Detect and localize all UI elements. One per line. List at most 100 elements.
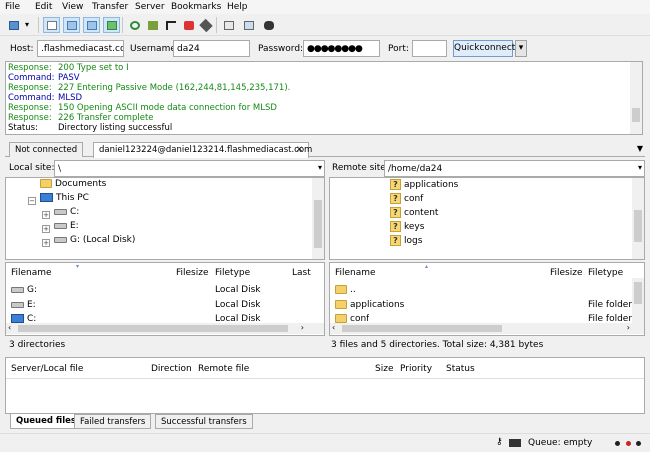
column-direction[interactable]: Direction (151, 364, 192, 374)
local-tree[interactable]: Documents − This PC + C: + E: + G: (Loca… (5, 177, 325, 260)
column-last-modified[interactable]: Last (292, 268, 311, 278)
local-site-bar: Local site: \ ▾ (5, 160, 325, 177)
scrollbar-thumb[interactable] (634, 282, 642, 304)
message-log[interactable]: Response: 200 Type set to I Command: PASV … (5, 61, 643, 135)
column-filesize[interactable]: Filesize (550, 268, 583, 278)
site-manager-dropdown[interactable]: ▾ (23, 17, 33, 33)
tree-item-this-pc[interactable]: This PC (40, 193, 89, 206)
close-icon[interactable]: ✕ (296, 145, 303, 155)
chevron-down-icon[interactable]: ▾ (318, 163, 322, 172)
remote-tree[interactable]: ? applications ? conf ? content ? keys ? logs (329, 177, 645, 260)
tab-connection-label: daniel123224@daniel123214.flashmediacast… (99, 145, 313, 155)
toggle-queue-button[interactable] (103, 17, 120, 33)
receive-indicator-icon (615, 441, 620, 446)
tree-item-documents[interactable]: Documents (40, 179, 106, 192)
table-row[interactable]: C: (11, 314, 36, 323)
table-row[interactable]: .. (335, 285, 356, 295)
password-input[interactable]: ●●●●●●●● (303, 40, 380, 57)
column-filename[interactable]: Filename (335, 268, 376, 278)
menu-view[interactable]: View (62, 2, 83, 12)
log-scrollbar-thumb[interactable] (632, 108, 640, 122)
menu-edit[interactable]: Edit (35, 2, 52, 12)
tree-item-keys[interactable]: ? keys (390, 221, 424, 234)
menu-file[interactable]: File (5, 2, 20, 12)
scrollbar-thumb[interactable] (634, 210, 642, 242)
compare-button[interactable] (240, 17, 257, 33)
tab-queued-files[interactable]: Queued files (10, 414, 82, 429)
scroll-right-icon[interactable]: › (627, 323, 630, 332)
expand-icon[interactable]: + (42, 211, 50, 219)
table-row[interactable]: E: (11, 300, 36, 310)
menu-bookmarks[interactable]: Bookmarks (171, 2, 221, 12)
scrollbar-thumb[interactable] (342, 325, 502, 332)
tree-item-applications[interactable]: ? applications (390, 179, 458, 192)
computer-icon (40, 193, 53, 202)
column-filetype[interactable]: Filetype (215, 268, 250, 278)
tree-item-content[interactable]: ? content (390, 207, 438, 220)
host-input[interactable]: .flashmediacast.com (37, 40, 124, 57)
filter-icon (224, 21, 234, 30)
remote-tree-scrollbar[interactable] (632, 178, 644, 259)
tab-not-connected[interactable]: Not connected (9, 142, 84, 157)
scrollbar-thumb[interactable] (18, 325, 288, 332)
column-filesize[interactable]: Filesize (176, 268, 209, 278)
scrollbar-thumb[interactable] (314, 200, 322, 248)
column-filename[interactable]: Filename (11, 268, 52, 278)
log-scrollbar[interactable] (630, 62, 642, 134)
local-site-input[interactable]: \ (54, 160, 325, 177)
toggle-remote-tree-icon (87, 21, 97, 30)
table-row[interactable]: conf (335, 314, 369, 323)
site-manager-button[interactable] (5, 17, 22, 33)
port-input[interactable] (412, 40, 447, 57)
remote-file-list[interactable]: Filename ▴ Filesize Filetype .. applicat… (329, 262, 645, 336)
toggle-local-tree-button[interactable] (63, 17, 80, 33)
tab-failed-transfers[interactable]: Failed transfers (74, 414, 152, 429)
remote-list-vscrollbar[interactable] (632, 278, 644, 323)
remote-site-input[interactable]: /home/da24 (384, 160, 645, 177)
column-server-local-file[interactable]: Server/Local file (11, 364, 83, 374)
transfer-queue[interactable]: Server/Local file Direction Remote file … (5, 357, 645, 414)
scroll-left-icon[interactable]: ‹ (332, 323, 335, 332)
refresh-button[interactable] (126, 17, 143, 33)
tab-menu-icon[interactable]: ▼ (637, 144, 643, 153)
menu-help[interactable]: Help (227, 2, 248, 12)
chevron-down-icon: ▾ (518, 43, 524, 53)
process-queue-button[interactable] (144, 17, 161, 33)
expand-icon[interactable]: + (42, 225, 50, 233)
tab-successful-transfers[interactable]: Successful transfers (155, 414, 253, 429)
remote-list-hscrollbar[interactable]: ‹ › (330, 323, 644, 334)
reconnect-button[interactable] (197, 17, 214, 33)
tree-item-conf[interactable]: ? conf (390, 193, 423, 206)
scroll-left-icon[interactable]: ‹ (8, 323, 11, 332)
scroll-right-icon[interactable]: › (301, 323, 304, 332)
table-row[interactable]: applications (335, 300, 404, 310)
column-priority[interactable]: Priority (400, 364, 432, 374)
username-input[interactable]: da24 (173, 40, 250, 57)
menu-server[interactable]: Server (135, 2, 165, 12)
column-remote-file[interactable]: Remote file (198, 364, 249, 374)
tree-item-e-drive[interactable]: E: (54, 221, 79, 234)
search-button[interactable] (260, 17, 277, 33)
local-list-hscrollbar[interactable]: ‹ › (6, 323, 324, 334)
column-filetype[interactable]: Filetype (588, 268, 623, 278)
toggle-log-button[interactable] (43, 17, 60, 33)
quickconnect-button[interactable]: Quickconnect (453, 40, 515, 57)
cancel-button[interactable] (162, 17, 179, 33)
tab-connection[interactable]: daniel123224@daniel123214.flashmediacast… (93, 142, 313, 158)
tree-item-c-drive[interactable]: C: (54, 207, 79, 220)
local-tree-scrollbar[interactable] (312, 178, 324, 259)
tree-item-logs[interactable]: ? logs (390, 235, 422, 248)
expand-icon[interactable]: + (42, 239, 50, 247)
disconnect-button[interactable] (180, 17, 197, 33)
table-row[interactable]: G: (11, 285, 37, 295)
local-file-list[interactable]: Filename ▾ Filesize Filetype Last G: Loc… (5, 262, 325, 336)
column-status[interactable]: Status (446, 364, 475, 374)
quickconnect-dropdown[interactable]: ▾ (515, 40, 527, 57)
chevron-down-icon[interactable]: ▾ (638, 163, 642, 172)
tree-item-g-drive[interactable]: G: (Local Disk) (54, 235, 135, 248)
filter-button[interactable] (220, 17, 237, 33)
toggle-remote-tree-button[interactable] (83, 17, 100, 33)
column-size[interactable]: Size (375, 364, 393, 374)
menu-transfer[interactable]: Transfer (92, 2, 128, 12)
collapse-icon[interactable]: − (28, 197, 36, 205)
